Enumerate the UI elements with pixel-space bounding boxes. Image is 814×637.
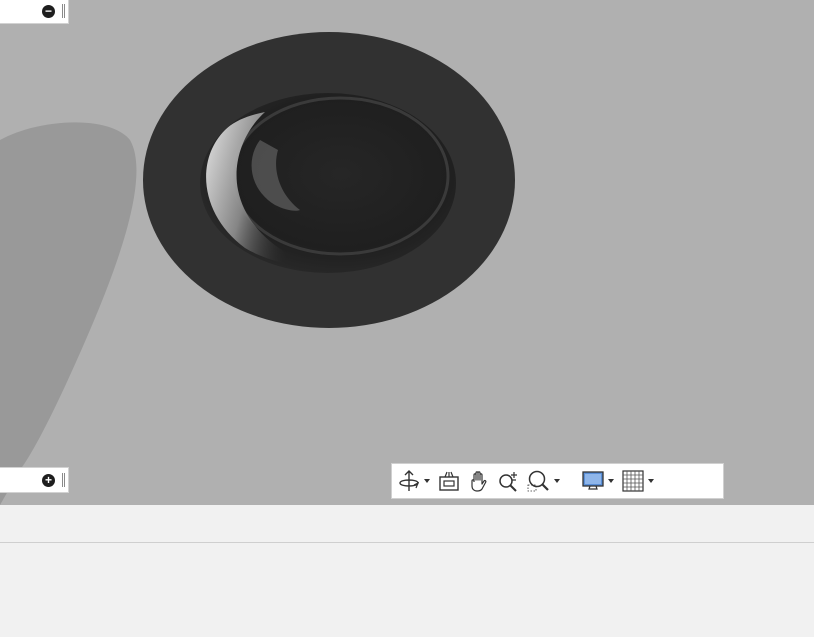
browser-panel-tab-bottom[interactable]: + xyxy=(0,467,69,493)
zoom-window-button[interactable] xyxy=(526,466,562,496)
zoom-window-icon xyxy=(527,470,549,492)
ground-shadow xyxy=(0,122,137,505)
canvas-viewport[interactable]: − + xyxy=(0,0,814,505)
chevron-down-icon[interactable] xyxy=(648,479,654,483)
orbit-button[interactable] xyxy=(396,466,432,496)
pan-button[interactable] xyxy=(466,466,492,496)
grid-settings-button[interactable] xyxy=(620,466,656,496)
orbit-icon xyxy=(399,470,420,491)
zoom-button[interactable] xyxy=(496,466,522,496)
status-bar xyxy=(0,505,814,543)
chevron-down-icon[interactable] xyxy=(424,479,430,483)
chevron-down-icon[interactable] xyxy=(608,479,614,483)
display-settings-icon xyxy=(582,471,604,490)
grid-icon xyxy=(622,470,644,492)
chevron-down-icon[interactable] xyxy=(554,479,560,483)
scene-3d[interactable] xyxy=(0,0,814,505)
navigation-toolbar xyxy=(391,463,724,499)
pan-hand-icon xyxy=(471,471,487,492)
panel-grip-icon[interactable] xyxy=(62,4,65,18)
expand-plus-icon[interactable]: + xyxy=(42,473,55,487)
display-settings-button[interactable] xyxy=(580,466,616,496)
look-at-icon xyxy=(439,471,459,491)
look-at-button[interactable] xyxy=(436,466,462,496)
panel-grip-icon[interactable] xyxy=(62,473,65,487)
bottom-panel xyxy=(0,505,814,637)
collapse-minus-icon[interactable]: − xyxy=(42,4,55,18)
browser-panel-tab-top[interactable]: − xyxy=(0,0,69,24)
zoom-icon xyxy=(499,472,517,492)
